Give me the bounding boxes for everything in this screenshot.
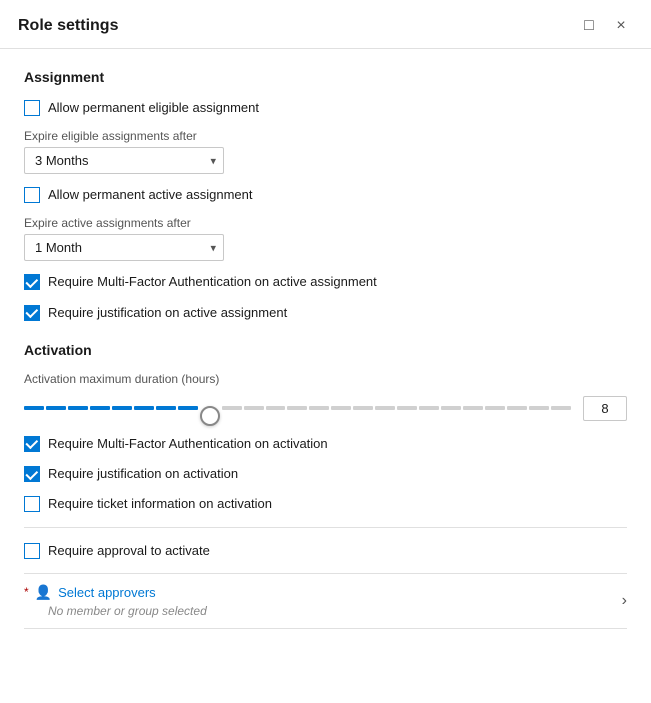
- dialog-content: Assignment Allow permanent eligible assi…: [0, 49, 651, 703]
- require-mfa-active-label: Require Multi-Factor Authentication on a…: [48, 273, 377, 291]
- expire-eligible-select-wrapper: 3 Months 6 Months 12 Months Never ▾: [24, 147, 224, 174]
- require-mfa-activation-label: Require Multi-Factor Authentication on a…: [48, 435, 328, 453]
- require-justification-active-checkbox[interactable]: [24, 305, 40, 321]
- allow-permanent-active-checkbox[interactable]: [24, 187, 40, 203]
- expire-active-label: Expire active assignments after: [24, 216, 627, 230]
- approvers-sublabel: No member or group selected: [48, 604, 207, 618]
- approvers-chevron-icon: ›: [622, 592, 627, 610]
- expire-eligible-label: Expire eligible assignments after: [24, 129, 627, 143]
- approvers-label-row: * 👤 Select approvers: [24, 584, 207, 601]
- maximize-button[interactable]: □: [577, 14, 601, 38]
- slider-thumb[interactable]: [200, 406, 220, 426]
- title-bar: Role settings □ ×: [0, 0, 651, 49]
- expire-active-group: Expire active assignments after 1 Month …: [24, 216, 627, 261]
- select-approvers-row[interactable]: * 👤 Select approvers No member or group …: [24, 573, 627, 629]
- require-ticket-checkbox[interactable]: [24, 496, 40, 512]
- require-justification-activation-label: Require justification on activation: [48, 465, 238, 483]
- require-approval-label: Require approval to activate: [48, 542, 210, 560]
- duration-group: Activation maximum duration (hours): [24, 372, 627, 421]
- allow-permanent-eligible-checkbox[interactable]: [24, 100, 40, 116]
- role-settings-dialog: Role settings □ × Assignment Allow perma…: [0, 0, 651, 703]
- require-ticket-row: Require ticket information on activation: [24, 495, 627, 513]
- approvers-label: Select approvers: [58, 585, 156, 600]
- allow-permanent-active-label: Allow permanent active assignment: [48, 186, 253, 204]
- approvers-left: * 👤 Select approvers No member or group …: [24, 584, 207, 618]
- close-button[interactable]: ×: [609, 14, 633, 38]
- require-justification-active-row: Require justification on active assignme…: [24, 304, 627, 322]
- require-justification-activation-checkbox[interactable]: [24, 466, 40, 482]
- slider-row: 8: [24, 396, 627, 421]
- expire-active-select[interactable]: 1 Month 3 Months 6 Months Never: [24, 234, 224, 261]
- assignment-section-title: Assignment: [24, 69, 627, 85]
- slider-track-wrapper[interactable]: [24, 399, 571, 417]
- dialog-title: Role settings: [18, 17, 118, 35]
- require-approval-row: Require approval to activate: [24, 542, 627, 560]
- duration-value-input[interactable]: 8: [583, 396, 627, 421]
- require-mfa-active-checkbox[interactable]: [24, 274, 40, 290]
- title-bar-controls: □ ×: [577, 14, 633, 38]
- approvers-required-mark: *: [24, 585, 29, 599]
- assignment-section: Assignment Allow permanent eligible assi…: [24, 69, 627, 322]
- expire-active-select-wrapper: 1 Month 3 Months 6 Months Never ▾: [24, 234, 224, 261]
- expire-eligible-group: Expire eligible assignments after 3 Mont…: [24, 129, 627, 174]
- allow-permanent-eligible-row: Allow permanent eligible assignment: [24, 99, 627, 117]
- expire-eligible-select[interactable]: 3 Months 6 Months 12 Months Never: [24, 147, 224, 174]
- allow-permanent-active-row: Allow permanent active assignment: [24, 186, 627, 204]
- approvers-person-icon: 👤: [35, 584, 52, 601]
- require-justification-active-label: Require justification on active assignme…: [48, 304, 287, 322]
- require-approval-checkbox[interactable]: [24, 543, 40, 559]
- require-mfa-active-row: Require Multi-Factor Authentication on a…: [24, 273, 627, 291]
- divider-1: [24, 527, 627, 528]
- require-mfa-activation-checkbox[interactable]: [24, 436, 40, 452]
- require-mfa-activation-row: Require Multi-Factor Authentication on a…: [24, 435, 627, 453]
- require-justification-activation-row: Require justification on activation: [24, 465, 627, 483]
- allow-permanent-eligible-label: Allow permanent eligible assignment: [48, 99, 259, 117]
- activation-section-title: Activation: [24, 342, 627, 358]
- activation-section: Activation Activation maximum duration (…: [24, 342, 627, 629]
- require-ticket-label: Require ticket information on activation: [48, 495, 272, 513]
- duration-label: Activation maximum duration (hours): [24, 372, 627, 386]
